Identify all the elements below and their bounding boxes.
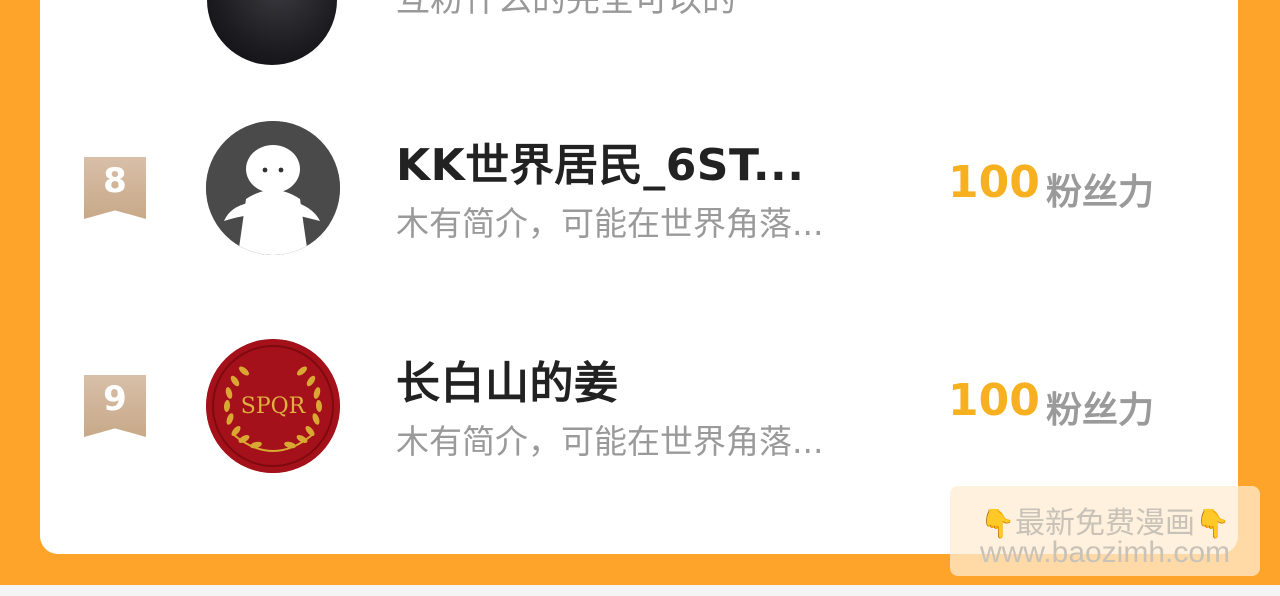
laurel-wreath-icon: SPQR <box>206 339 340 473</box>
fans-value: 100 <box>948 375 1040 426</box>
watermark-url[interactable]: www.baozimh.com <box>950 536 1260 570</box>
user-description: 木有简介，可能在世界角落... <box>396 422 824 461</box>
default-user-avatar-icon[interactable] <box>206 121 340 255</box>
user-description: 互粉什么的完全可以的 <box>396 0 736 20</box>
ranking-row[interactable]: 9 SPQR 长白山的姜 木有简介，可能在世界角落... 100 粉丝力 <box>40 337 1238 477</box>
spqr-laurel-avatar[interactable]: SPQR <box>206 339 340 473</box>
user-avatar[interactable] <box>207 0 337 65</box>
fans-label: 粉丝力 <box>1046 172 1155 213</box>
avatar-text: SPQR <box>241 394 307 419</box>
user-name[interactable]: KK世界居民_6ST... <box>396 129 804 193</box>
rank-badge: 8 <box>84 157 146 219</box>
default-user-avatar-figure <box>206 121 340 255</box>
user-name[interactable]: 长白山的姜 <box>396 347 619 411</box>
ranking-card: 互粉什么的完全可以的 8 KK世界居民_6ST... 木有简介，可能在世界角落.… <box>40 0 1238 554</box>
ranking-row[interactable]: 8 KK世界居民_6ST... 木有简介，可能在世界角落... 100 粉丝力 <box>40 119 1238 259</box>
watermark[interactable]: 👇最新免费漫画👇 www.baozimh.com <box>950 486 1260 576</box>
fans-label: 粉丝力 <box>1046 390 1155 431</box>
bottom-strip <box>0 585 1280 596</box>
user-description: 木有简介，可能在世界角落... <box>396 204 824 243</box>
rank-badge: 9 <box>84 375 146 437</box>
fans-value: 100 <box>948 157 1040 208</box>
